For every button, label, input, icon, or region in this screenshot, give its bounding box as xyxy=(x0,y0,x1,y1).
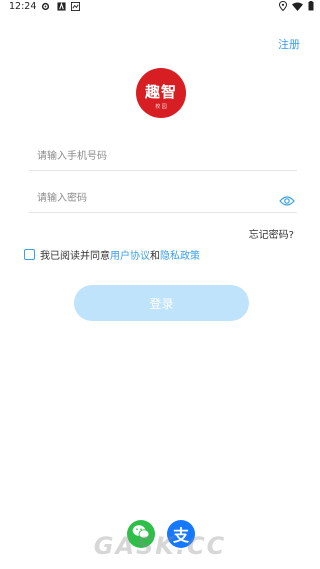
notification-a-icon xyxy=(56,1,66,11)
logo-text: 趣智 xyxy=(144,82,177,101)
logo-subtext: 校 园 xyxy=(155,103,167,110)
password-field xyxy=(29,186,297,213)
phone-input[interactable] xyxy=(29,144,267,169)
eye-icon[interactable] xyxy=(279,192,295,206)
agreement-row: 我已阅读并同意 用户协议和隐私政策 xyxy=(24,247,200,262)
watermark: GASK.CC xyxy=(93,532,227,560)
password-input[interactable] xyxy=(29,186,267,211)
wifi-icon xyxy=(292,2,303,14)
phone-field xyxy=(29,144,297,171)
register-link[interactable]: 注册 xyxy=(278,36,300,52)
battery-icon xyxy=(308,1,314,14)
notification-image-icon xyxy=(70,1,80,11)
agreement-prefix: 我已阅读并同意 xyxy=(40,251,110,262)
agreement-checkbox[interactable] xyxy=(24,249,35,260)
user-agreement-link[interactable]: 用户协议 xyxy=(110,247,150,262)
login-button[interactable]: 登录 xyxy=(74,285,249,321)
status-bar: 12:24 xyxy=(0,0,320,14)
agreement-and: 和 xyxy=(150,251,160,262)
status-time: 12:24 xyxy=(9,1,37,12)
privacy-policy-link[interactable]: 隐私政策 xyxy=(160,247,200,262)
app-logo: 趣智 校 园 xyxy=(136,68,186,118)
forgot-password-link[interactable]: 忘记密码? xyxy=(249,226,294,241)
settings-icon xyxy=(40,1,50,11)
location-icon xyxy=(278,0,288,14)
